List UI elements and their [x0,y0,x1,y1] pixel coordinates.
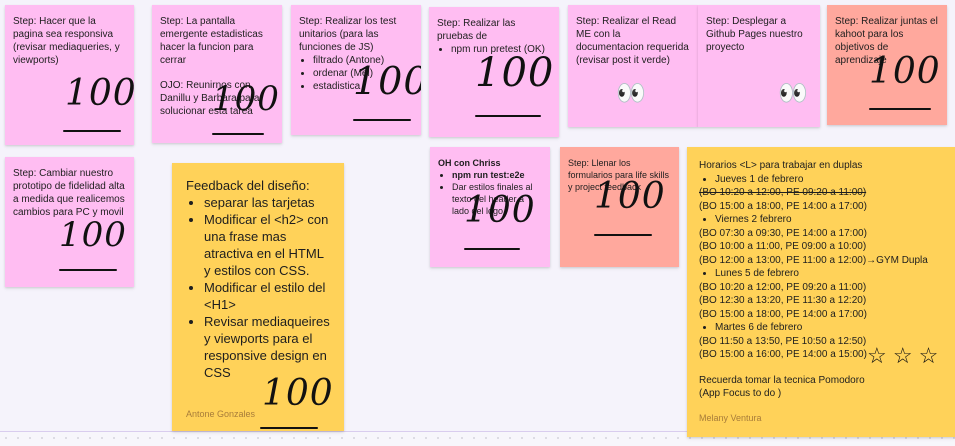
pomodoro-reminder: Recuerda tomar la tecnica Pomodoro [699,374,865,386]
sticky-note-oh-chriss[interactable]: OH con Chriss npm run test:e2e Dar estil… [430,147,550,267]
eyes-icon: 👀 [778,80,808,107]
schedule-line: (BO 10:20 a 12:00, PE 09:20 a 11:00) [699,281,867,293]
note-text: Step: La pantalla emergente estadisticas… [160,16,263,66]
schedule-day: Martes 6 de febrero [715,321,944,335]
sticky-note-prototipo[interactable]: Step: Cambiar nuestro prototipo de fidel… [5,157,134,287]
note-list: separar las tarjetas Modificar el <h2> c… [186,194,330,381]
sticky-note-estadisticas[interactable]: Step: La pantalla emergente estadisticas… [152,5,282,143]
schedule-line: (BO 07:30 a 09:30, PE 14:00 a 17:00) [699,227,867,239]
note-title: Feedback del diseño: [186,178,310,193]
sticky-note-tests[interactable]: Step: Realizar los test unitarios (para … [291,5,421,135]
eyes-icon: 👀 [616,80,646,107]
note-title: Horarios <L> para trabajar en duplas [699,160,863,171]
list-item: Modificar el <h2> con una frase mas atra… [204,211,330,279]
schedule-line: (BO 10:20 a 12:00, PE 09:20 a 11:00) [699,187,867,198]
sticky-note-pretest[interactable]: Step: Realizar las pruebas de npm run pr… [429,7,559,137]
note-author: Melany Ventura [699,412,762,423]
schedule-list: Martes 6 de febrero [699,321,944,335]
schedule-line: (BO 12:00 a 13:00, PE 11:00 a 12:00)→GYM… [699,254,928,266]
sticky-note-responsive[interactable]: Step: Hacer que la pagina sea responsiva… [5,5,134,145]
schedule-line: (BO 15:00 a 18:00, PE 14:00 a 17:00) [699,200,867,212]
sticky-note-horarios[interactable]: Horarios <L> para trabajar en duplas Jue… [687,147,955,437]
list-item: Revisar mediaqueires y viewports para el… [204,313,330,381]
schedule-line: (BO 12:30 a 13:20, PE 11:30 a 12:20) [699,295,867,306]
sticky-note-readme[interactable]: Step: Realizar el Read ME con la documen… [568,5,698,127]
schedule-day: Lunes 5 de febrero [715,267,944,281]
sticky-note-feedback[interactable]: Feedback del diseño: separar las tarjeta… [172,163,344,431]
hundred-mark: 100 [212,82,280,135]
whiteboard-canvas[interactable]: Step: Hacer que la pagina sea responsiva… [0,0,955,437]
list-item: separar las tarjetas [204,194,330,211]
schedule-list: Lunes 5 de febrero [699,267,944,281]
stars-icon: ☆ ☆ ☆ [867,343,939,368]
note-text: Step: Realizar los test unitarios (para … [299,16,397,53]
schedule-day: Jueves 1 de febrero [715,173,944,187]
hundred-mark: 100 [260,376,334,429]
sticky-note-formularios[interactable]: Step: Llenar los formularios para life s… [560,147,679,267]
hundred-mark: 100 [594,179,666,236]
list-item: npm run test:e2e [452,169,542,181]
note-text: Step: Realizar las pruebas de [437,18,516,42]
hundred-mark: 100 [475,53,554,117]
schedule-line: (BO 10:00 a 11:00, PE 09:00 a 10:00) [699,241,867,252]
hundred-mark: 100 [464,193,536,250]
hundred-mark: 100 [59,218,127,271]
note-author: Antone Gonzales [186,409,256,419]
pomodoro-app: (App Focus to do ) [699,388,782,399]
schedule-list: Jueves 1 de febrero [699,173,944,187]
note-text: Step: Cambiar nuestro prototipo de fidel… [13,168,125,218]
note-text: Step: Desplegar a Github Pages nuestro p… [706,16,803,53]
hundred-mark: 100 [63,76,134,132]
list-item: Modificar el estilo del <H1> [204,279,330,313]
schedule-line: (BO 15:00 a 18:00, PE 14:00 a 17:00) [699,308,867,320]
sticky-note-github-pages[interactable]: Step: Desplegar a Github Pages nuestro p… [698,5,820,127]
hundred-mark: 100 [869,54,941,110]
schedule-day: Viernes 2 febrero [715,213,944,227]
schedule-list: Viernes 2 febrero [699,213,944,227]
sticky-note-kahoot[interactable]: Step: Realizar juntas el kahoot para los… [827,5,947,125]
note-text: Step: Realizar el Read ME con la documen… [576,16,689,66]
note-text: Step: Hacer que la pagina sea responsiva… [13,16,120,66]
note-title: OH con Chriss [438,158,501,168]
hundred-mark: 100 [353,62,421,121]
